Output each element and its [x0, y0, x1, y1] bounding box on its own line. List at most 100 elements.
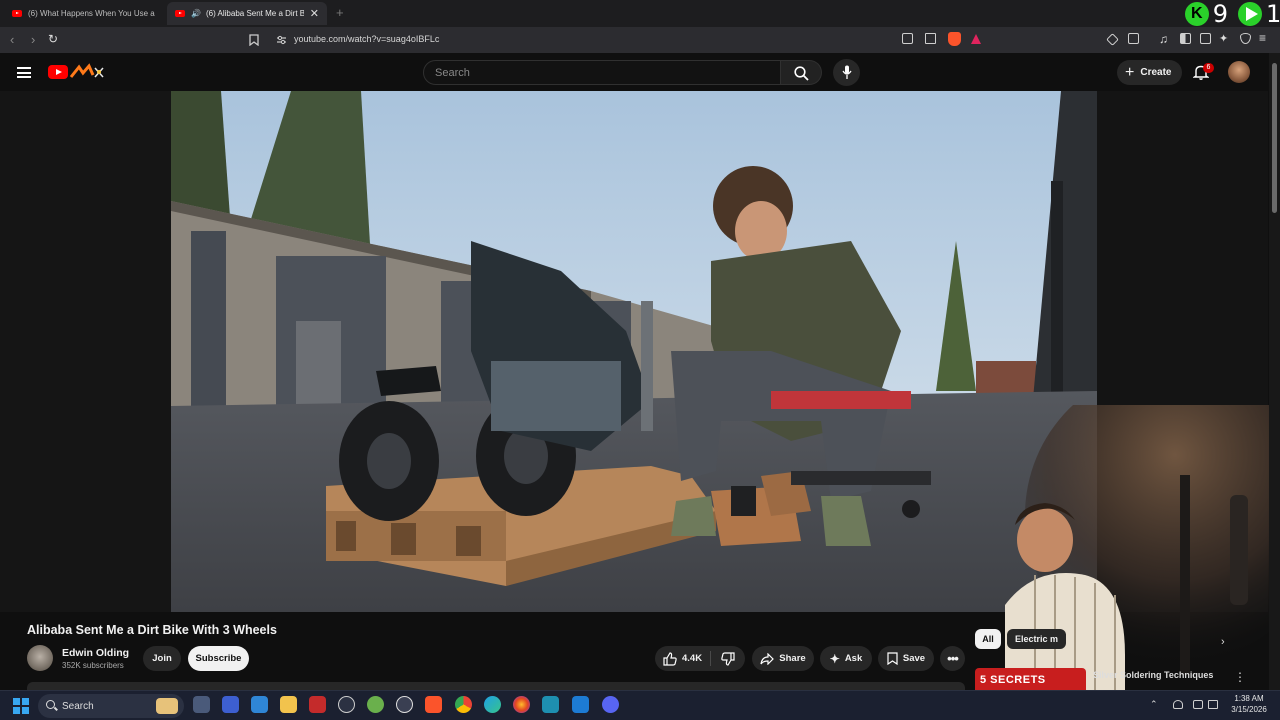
reload-icon[interactable]: ↻: [48, 32, 58, 46]
youtube-favicon-icon: [175, 10, 185, 17]
site-settings-icon[interactable]: [276, 35, 287, 45]
share-page-icon[interactable]: [925, 33, 936, 44]
media-icon[interactable]: ♫: [1159, 32, 1168, 46]
subscribe-label: Subscribe: [195, 653, 242, 664]
sidebar-toggle-icon[interactable]: [1180, 33, 1191, 44]
description-box[interactable]: [27, 682, 965, 690]
file-explorer-icon[interactable]: [280, 696, 297, 713]
share-label: Share: [779, 653, 806, 664]
channel-avatar[interactable]: [27, 645, 53, 671]
share-button[interactable]: Share: [752, 646, 814, 671]
extensions-icon[interactable]: [1106, 33, 1119, 46]
account-avatar[interactable]: [1228, 61, 1250, 83]
chevron-right-icon[interactable]: ›: [1221, 636, 1225, 648]
windows-start-icon[interactable]: [13, 698, 29, 714]
youtube-favicon-icon: [12, 10, 22, 17]
video-frame-image: [171, 91, 1097, 612]
url-field[interactable]: youtube.com/watch?v=suag4oIBFLc: [294, 34, 439, 44]
subscribe-button[interactable]: Subscribe: [188, 646, 249, 671]
search-icon: [794, 66, 809, 81]
recommendation-title[interactable]: Silver Soldering Techniques: [1093, 670, 1213, 680]
video-title: Alibaba Sent Me a Dirt Bike With 3 Wheel…: [27, 623, 277, 637]
chip-electric[interactable]: Electric m: [1007, 629, 1067, 649]
scrollbar-thumb[interactable]: [1272, 63, 1277, 213]
video-player[interactable]: [171, 91, 1097, 612]
tab-title: (6) Alibaba Sent Me a Dirt Bik: [205, 9, 304, 18]
clock-app-icon[interactable]: [338, 696, 355, 713]
search-placeholder: Search: [435, 66, 470, 79]
more-vertical-icon[interactable]: ⋮: [1234, 670, 1246, 684]
chip-all[interactable]: All: [975, 629, 1001, 649]
back-arrow-icon[interactable]: ‹: [10, 32, 14, 47]
bookmark-icon[interactable]: [249, 34, 259, 46]
play-count: 1: [1266, 0, 1280, 28]
left-backdrop: [0, 91, 171, 612]
tab-alibaba-dirt-bike[interactable]: 🔊 (6) Alibaba Sent Me a Dirt Bik ✕: [167, 2, 327, 25]
brave-shields-icon[interactable]: [948, 32, 961, 46]
screenshot-icon[interactable]: [1128, 33, 1139, 44]
system-clock[interactable]: 1:38 AM 3/15/2026: [1226, 693, 1272, 715]
search-button[interactable]: [781, 60, 822, 85]
brave-rewards-icon[interactable]: [970, 33, 982, 45]
remote-desktop-icon[interactable]: [251, 696, 268, 713]
youtube-doodle-icon[interactable]: [69, 63, 107, 81]
discord-icon[interactable]: [602, 696, 619, 713]
voicemeeter-icon[interactable]: [309, 696, 326, 713]
create-button[interactable]: + Create: [1117, 60, 1182, 85]
dislike-icon[interactable]: [721, 652, 735, 666]
youtube-logo-icon[interactable]: [48, 65, 68, 79]
more-actions-button[interactable]: •••: [940, 646, 965, 671]
task-manager-icon[interactable]: [193, 696, 210, 713]
notification-count-badge: 6: [1203, 63, 1214, 73]
join-button[interactable]: Join: [143, 646, 181, 671]
like-count[interactable]: 4.4K: [682, 653, 702, 664]
close-tab-icon[interactable]: ✕: [310, 7, 319, 20]
browser-menu-icon[interactable]: ≡: [1259, 31, 1266, 45]
outlook-icon[interactable]: [222, 696, 239, 713]
youtube-header: Search + Create 6: [0, 53, 1280, 91]
thumbnail-text: 5 SECRETS: [980, 674, 1046, 686]
recommendation-thumbnail[interactable]: 5 SECRETS: [975, 668, 1086, 690]
like-divider: [710, 651, 711, 666]
kick-logo-icon: K: [1184, 1, 1209, 26]
firefox-icon[interactable]: [513, 696, 530, 713]
cast-icon[interactable]: [902, 33, 913, 44]
subscriber-count: 352K subscribers: [62, 661, 124, 670]
vscode-icon[interactable]: [572, 696, 589, 713]
brave-browser-icon[interactable]: [425, 696, 442, 713]
clock-date: 3/15/2026: [1231, 705, 1267, 714]
taskbar-search-box[interactable]: Search: [38, 694, 184, 718]
vpn-shield-icon[interactable]: [1240, 33, 1251, 44]
save-bookmark-icon: [887, 652, 898, 665]
share-arrow-icon: [760, 652, 775, 665]
like-icon[interactable]: [663, 651, 677, 666]
new-tab-button[interactable]: +: [336, 5, 344, 20]
volume-tray-icon[interactable]: [1208, 700, 1218, 709]
leo-ai-icon[interactable]: ✦: [1219, 32, 1228, 45]
search-input[interactable]: Search: [423, 60, 781, 85]
channel-name[interactable]: Edwin Olding: [62, 647, 129, 659]
search-icon: [46, 700, 55, 709]
obs-icon[interactable]: [396, 696, 413, 713]
save-label: Save: [902, 653, 926, 664]
mic-tray-icon[interactable]: [1173, 700, 1183, 709]
guide-menu-icon[interactable]: [17, 67, 31, 78]
ask-button[interactable]: ✦ Ask: [820, 646, 872, 671]
create-label: Create: [1140, 67, 1172, 78]
speaker-icon: 🔊: [191, 9, 201, 18]
wallet-icon[interactable]: [1200, 33, 1211, 44]
arduino-icon[interactable]: [542, 696, 559, 713]
save-button[interactable]: Save: [878, 646, 934, 671]
page-scrollbar[interactable]: [1269, 53, 1280, 693]
edge-icon[interactable]: [484, 696, 501, 713]
voice-search-button[interactable]: [833, 59, 860, 86]
map-app-icon[interactable]: [367, 696, 384, 713]
stream-overlay-counters: K 9 1: [1184, 0, 1280, 28]
display-tray-icon[interactable]: [1193, 700, 1203, 709]
tray-overflow-chevron-icon[interactable]: ⌃: [1150, 699, 1158, 710]
chrome-icon[interactable]: [455, 696, 472, 713]
tab-title: (6) What Happens When You Use a S: [28, 9, 156, 18]
forward-arrow-icon[interactable]: ›: [31, 32, 35, 47]
taskbar-search-label: Search: [62, 700, 94, 712]
tab-what-happens[interactable]: (6) What Happens When You Use a S: [4, 2, 164, 25]
